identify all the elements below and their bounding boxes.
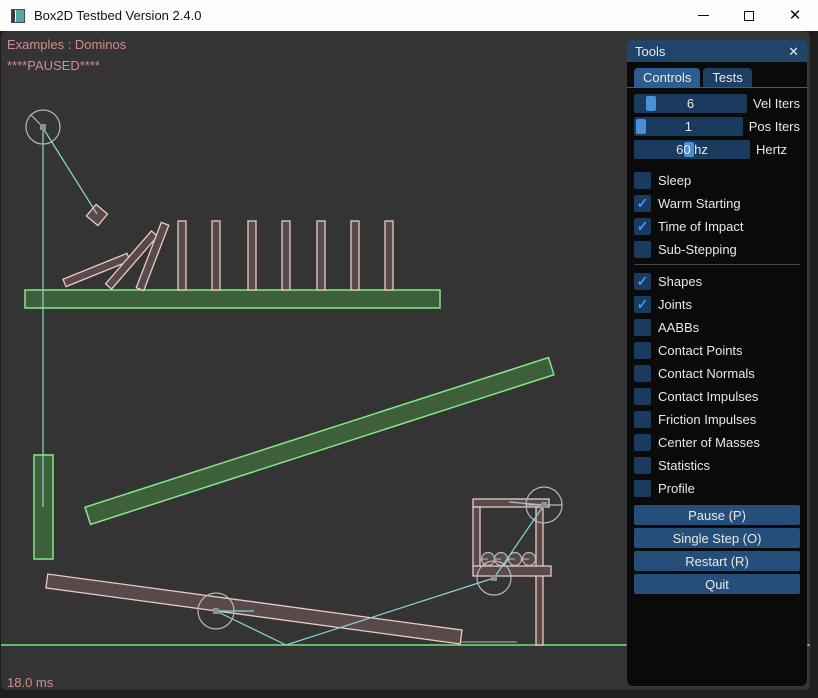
tools-panel-title: Tools	[635, 44, 788, 59]
pendulum-box	[86, 204, 107, 225]
vel-iters-label: Vel Iters	[753, 96, 800, 111]
domino	[317, 221, 325, 290]
checkbox-box[interactable]	[634, 342, 651, 359]
checkbox-time-of-impact[interactable]: ✓ Time of Impact	[634, 218, 800, 235]
tools-panel-titlebar[interactable]: Tools ✕	[627, 40, 807, 62]
checkbox-box[interactable]: ✓	[634, 218, 651, 235]
check-icon: ✓	[637, 274, 649, 288]
separator	[634, 264, 800, 265]
single-step-button[interactable]: Single Step (O)	[634, 528, 800, 548]
app-window: Box2D Testbed Version 2.4.0 ✕	[0, 0, 818, 698]
maximize-icon	[744, 11, 754, 21]
checkbox-box[interactable]	[634, 241, 651, 258]
frame-shelf	[473, 566, 551, 576]
paused-label: ****PAUSED****	[7, 55, 126, 76]
quit-button[interactable]: Quit	[634, 574, 800, 594]
joint-line	[43, 128, 97, 214]
checkbox-profile[interactable]: Profile	[634, 480, 800, 497]
domino	[351, 221, 359, 290]
pos-iters-slider[interactable]: 1	[634, 117, 743, 136]
hertz-slider[interactable]: 60 hz	[634, 140, 750, 159]
body-center-marker	[491, 575, 497, 581]
checkbox-box[interactable]	[634, 319, 651, 336]
close-button[interactable]: ✕	[772, 0, 818, 31]
body-center-marker	[40, 124, 46, 130]
checkbox-statistics[interactable]: Statistics	[634, 457, 800, 474]
checkbox-shapes[interactable]: ✓ Shapes	[634, 273, 800, 290]
domino	[212, 221, 220, 290]
checkbox-warm-starting[interactable]: ✓ Warm Starting	[634, 195, 800, 212]
checkbox-box[interactable]	[634, 365, 651, 382]
check-icon: ✓	[637, 297, 649, 311]
pos-iters-label: Pos Iters	[749, 119, 800, 134]
checkbox-box[interactable]	[634, 480, 651, 497]
hertz-label: Hertz	[756, 142, 787, 157]
example-label: Examples : Dominos	[7, 34, 126, 55]
restart-button[interactable]: Restart (R)	[634, 551, 800, 571]
vel-iters-row: 6 Vel Iters	[634, 94, 800, 113]
frame-top-bar	[473, 499, 549, 507]
window-title: Box2D Testbed Version 2.4.0	[34, 8, 201, 23]
checkbox-sub-stepping[interactable]: Sub-Stepping	[634, 241, 800, 258]
tools-panel-close-button[interactable]: ✕	[788, 45, 799, 58]
checkbox-box[interactable]: ✓	[634, 195, 651, 212]
frame-time-label: 18.0 ms	[7, 672, 53, 690]
tab-bar: Controls Tests	[627, 68, 807, 88]
checkbox-contact-normals[interactable]: Contact Normals	[634, 365, 800, 382]
hertz-row: 60 hz Hertz	[634, 140, 800, 159]
check-icon: ✓	[637, 196, 649, 210]
pos-iters-row: 1 Pos Iters	[634, 117, 800, 136]
canvas-status-text: Examples : Dominos ****PAUSED****	[7, 34, 126, 76]
app-icon	[11, 9, 25, 23]
tools-panel: Tools ✕ Controls Tests 6 Vel Iters 1 P	[627, 40, 807, 686]
tab-tests[interactable]: Tests	[703, 68, 751, 87]
minimize-button[interactable]	[680, 0, 726, 31]
check-icon: ✓	[637, 219, 649, 233]
domino	[248, 221, 256, 290]
close-icon: ✕	[789, 8, 802, 23]
tab-controls[interactable]: Controls	[634, 68, 700, 87]
checkbox-center-of-masses[interactable]: Center of Masses	[634, 434, 800, 451]
checkbox-contact-impulses[interactable]: Contact Impulses	[634, 388, 800, 405]
maximize-button[interactable]	[726, 0, 772, 31]
checkbox-aabbs[interactable]: AABBs	[634, 319, 800, 336]
body-center-marker	[213, 608, 219, 614]
domino	[282, 221, 290, 290]
checkbox-joints[interactable]: ✓ Joints	[634, 296, 800, 313]
domino	[385, 221, 393, 290]
checkbox-box[interactable]: ✓	[634, 273, 651, 290]
checkbox-sleep[interactable]: Sleep	[634, 172, 800, 189]
frame-left-post	[473, 507, 480, 567]
checkbox-box[interactable]	[634, 457, 651, 474]
checkbox-friction-impulses[interactable]: Friction Impulses	[634, 411, 800, 428]
domino	[178, 221, 186, 290]
elevated-platform	[25, 290, 440, 308]
pause-button[interactable]: Pause (P)	[634, 505, 800, 525]
checkbox-box[interactable]	[634, 411, 651, 428]
body-center-marker	[541, 502, 547, 508]
checkbox-contact-points[interactable]: Contact Points	[634, 342, 800, 359]
checkbox-box[interactable]: ✓	[634, 296, 651, 313]
titlebar: Box2D Testbed Version 2.4.0 ✕	[0, 0, 818, 31]
checkbox-box[interactable]	[634, 388, 651, 405]
vel-iters-slider[interactable]: 6	[634, 94, 747, 113]
checkbox-box[interactable]	[634, 172, 651, 189]
minimize-icon	[698, 15, 709, 16]
checkbox-box[interactable]	[634, 434, 651, 451]
